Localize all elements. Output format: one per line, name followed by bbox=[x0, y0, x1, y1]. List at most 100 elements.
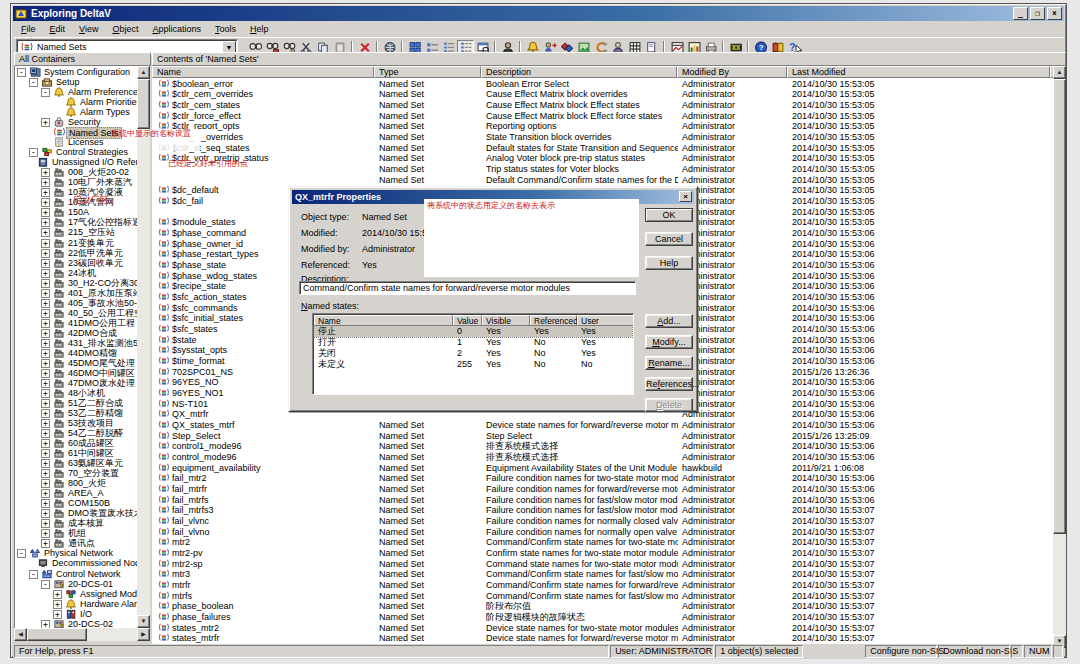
tree-expand-plus-icon[interactable]: + bbox=[41, 309, 50, 318]
column-header-type[interactable]: Type bbox=[374, 66, 481, 78]
tree-expand-plus-icon[interactable]: + bbox=[41, 489, 50, 498]
help-button[interactable]: Help bbox=[645, 256, 693, 270]
tree-expand-plus-icon[interactable]: + bbox=[41, 168, 50, 177]
list-row[interactable]: Named SetTrip status states for Voter bl… bbox=[153, 164, 1053, 175]
tree-expand-plus-icon[interactable]: + bbox=[41, 429, 50, 438]
tree-expand-plus-icon[interactable]: + bbox=[41, 409, 50, 418]
description-field[interactable]: Command/Confirm state names for forward/… bbox=[299, 281, 636, 295]
tree-expand-plus-icon[interactable]: + bbox=[41, 399, 50, 408]
states-column-user-selectable[interactable]: User Selectable bbox=[577, 315, 634, 326]
list-row--ctlr-st-seq-states[interactable]: $ctlr_st_seq_statesNamed SetDefault stat… bbox=[153, 143, 1053, 154]
list-row-control1-mode96[interactable]: control1_mode96Named Set排查系统模式选择Administ… bbox=[153, 441, 1053, 452]
tree-expand-minus-icon[interactable]: - bbox=[17, 549, 26, 558]
tree-expand-plus-icon[interactable]: + bbox=[41, 259, 50, 268]
tree-expand-plus-icon[interactable]: + bbox=[41, 499, 50, 508]
tree-expand-plus-icon[interactable]: + bbox=[53, 610, 62, 619]
add-button[interactable]: Add... bbox=[645, 314, 693, 328]
tree-expand-plus-icon[interactable]: + bbox=[41, 519, 50, 528]
list-row--ctlr-cem-states[interactable]: $ctlr_cem_statesNamed SetCause Effect Ma… bbox=[153, 100, 1053, 111]
tree-expand-plus-icon[interactable]: + bbox=[41, 178, 50, 187]
tree-expand-minus-icon[interactable]: - bbox=[41, 88, 50, 97]
list-row-equipment-availability[interactable]: equipment_availabilityNamed SetEquipment… bbox=[153, 463, 1053, 474]
tree-expand-plus-icon[interactable]: + bbox=[41, 439, 50, 448]
list-row-fail-mtrfs[interactable]: fail_mtrfsNamed SetFailure condition nam… bbox=[153, 495, 1053, 506]
list-scroll-up[interactable]: ▲ bbox=[1053, 66, 1066, 79]
status-download[interactable]: Download non-SIS bbox=[938, 645, 1010, 658]
list-vscrollbar[interactable]: ▲ ▼ bbox=[1053, 66, 1066, 648]
list-row-mtrfs[interactable]: mtrfsNamed SetCommand/Confirm state name… bbox=[153, 591, 1053, 602]
tree-expand-plus-icon[interactable]: + bbox=[41, 299, 50, 308]
tree-vscrollbar[interactable]: ▲ ▼ bbox=[137, 66, 150, 628]
tree-expand-plus-icon[interactable]: + bbox=[41, 539, 50, 548]
tree-expand-plus-icon[interactable]: + bbox=[41, 319, 50, 328]
list-row-fail-vlvnc[interactable]: fail_vlvncNamed SetFailure condition nam… bbox=[153, 516, 1053, 527]
tree-expand-plus-icon[interactable]: + bbox=[41, 349, 50, 358]
list-row-mtr2-pv[interactable]: mtr2-pvNamed SetConfirm state names for … bbox=[153, 548, 1053, 559]
list-row-mtr3[interactable]: mtr3Named SetCommand/Confirm state names… bbox=[153, 569, 1053, 580]
menu-object[interactable]: Object bbox=[105, 23, 145, 35]
tree-expand-minus-icon[interactable]: - bbox=[29, 570, 38, 579]
menu-edit[interactable]: Edit bbox=[43, 23, 73, 35]
column-header-name[interactable]: Name bbox=[152, 66, 374, 78]
list-row-mtr2-sp[interactable]: mtr2-spNamed SetCommand state names for … bbox=[153, 559, 1053, 570]
tree-expand-plus-icon[interactable]: + bbox=[41, 239, 50, 248]
list-scroll-thumb[interactable] bbox=[1053, 79, 1066, 534]
list-row-phase-failures[interactable]: phase_failuresNamed Set阶段逻辑模块的故障状态Admini… bbox=[153, 612, 1053, 623]
close-button[interactable]: × bbox=[1047, 7, 1062, 20]
states-column-visible[interactable]: Visible bbox=[482, 315, 530, 326]
list-row-fail-mtrfr[interactable]: fail_mtrfrNamed SetFailure condition nam… bbox=[153, 484, 1053, 495]
menu-view[interactable]: View bbox=[72, 23, 105, 35]
list-row-mtrfr[interactable]: mtrfrNamed SetCommand/Confirm state name… bbox=[153, 580, 1053, 591]
ok-button[interactable]: OK bbox=[645, 208, 693, 222]
tree-expand-plus-icon[interactable]: + bbox=[41, 208, 50, 217]
list-row--ctlr-report-opts[interactable]: $ctlr_report_optsNamed SetReporting opti… bbox=[153, 121, 1053, 132]
restore-button[interactable]: ❐ bbox=[1030, 7, 1045, 20]
state-row-2[interactable]: 打开1YesNoYes bbox=[314, 337, 632, 348]
tree-expand-plus-icon[interactable]: + bbox=[41, 198, 50, 207]
tree-expand-plus-icon[interactable]: + bbox=[41, 279, 50, 288]
list-row--ctlr-votr-pretrip-status[interactable]: $ctlr_votr_pretrip_statusNamed SetAnalog… bbox=[153, 153, 1053, 164]
dialog-close-icon[interactable]: × bbox=[679, 191, 692, 202]
list-row[interactable]: Named SetDefault Command/Confirm state n… bbox=[153, 175, 1053, 186]
tree-expand-plus-icon[interactable]: + bbox=[41, 218, 50, 227]
tree-expand-plus-icon[interactable]: + bbox=[41, 459, 50, 468]
delete-button[interactable]: Delete bbox=[645, 398, 693, 412]
state-row-3[interactable]: 关闭2YesNoYes bbox=[314, 348, 632, 359]
tree-expand-plus-icon[interactable]: + bbox=[41, 369, 50, 378]
list-row-fail-mtr2[interactable]: fail_mtr2Named SetFailure condition name… bbox=[153, 473, 1053, 484]
state-row-4[interactable]: 未定义255YesNoNo bbox=[314, 359, 632, 370]
cancel-button[interactable]: Cancel bbox=[645, 232, 693, 246]
tree-expand-minus-icon[interactable]: - bbox=[41, 580, 50, 589]
states-column-referenced[interactable]: Referenced bbox=[530, 315, 577, 326]
state-row-1[interactable]: 停止0YesYesYes bbox=[314, 326, 632, 337]
tree-expand-minus-icon[interactable]: - bbox=[17, 68, 26, 77]
tree-expand-plus-icon[interactable]: + bbox=[41, 379, 50, 388]
list-row-states-mtr2[interactable]: states_mtr2Named SetDevice state names f… bbox=[153, 623, 1053, 634]
rename-button[interactable]: Rename... bbox=[645, 356, 693, 370]
list-row-mtr2[interactable]: mtr2Named SetCommand/Confirm state names… bbox=[153, 537, 1053, 548]
tree-scroll-up[interactable]: ▲ bbox=[137, 66, 150, 79]
minimize-button[interactable]: _ bbox=[1013, 7, 1028, 20]
column-header-modified-by[interactable]: Modified By bbox=[677, 66, 787, 78]
tree-expand-plus-icon[interactable]: + bbox=[41, 359, 50, 368]
tree-expand-plus-icon[interactable]: + bbox=[41, 620, 50, 628]
tree-expand-plus-icon[interactable]: + bbox=[41, 389, 50, 398]
tree-expand-plus-icon[interactable]: + bbox=[41, 228, 50, 237]
list-row-fail-mtrfs3[interactable]: fail_mtrfs3Named SetFailure condition na… bbox=[153, 505, 1053, 516]
tree-expand-plus-icon[interactable]: + bbox=[53, 600, 62, 609]
list-row-step-select[interactable]: Step_SelectNamed SetStep SelectAdministr… bbox=[153, 431, 1053, 442]
tree-scroll-thumb[interactable] bbox=[137, 79, 150, 129]
list-row--ctlr-cem-overrides[interactable]: $ctlr_cem_overridesNamed SetCause Effect… bbox=[153, 89, 1053, 100]
tree-expand-plus-icon[interactable]: + bbox=[41, 329, 50, 338]
states-column-value[interactable]: Value bbox=[453, 315, 482, 326]
tree-expand-plus-icon[interactable]: + bbox=[41, 479, 50, 488]
tree-expand-plus-icon[interactable]: + bbox=[41, 289, 50, 298]
status-configure[interactable]: Configure non-SIS bbox=[865, 645, 937, 658]
list-row-qx-states-mtrf[interactable]: QX_states_mtrfNamed SetDevice state name… bbox=[153, 420, 1053, 431]
modify-button[interactable]: Modify... bbox=[645, 335, 693, 349]
tree-expand-plus-icon[interactable]: + bbox=[41, 469, 50, 478]
list-row--boolean-error[interactable]: $boolean_errorNamed SetBoolean Error Sel… bbox=[153, 79, 1053, 90]
menu-help[interactable]: Help bbox=[243, 23, 276, 35]
tree-scroll-left[interactable]: ◀ bbox=[14, 628, 27, 641]
tree-expand-plus-icon[interactable]: + bbox=[41, 449, 50, 458]
